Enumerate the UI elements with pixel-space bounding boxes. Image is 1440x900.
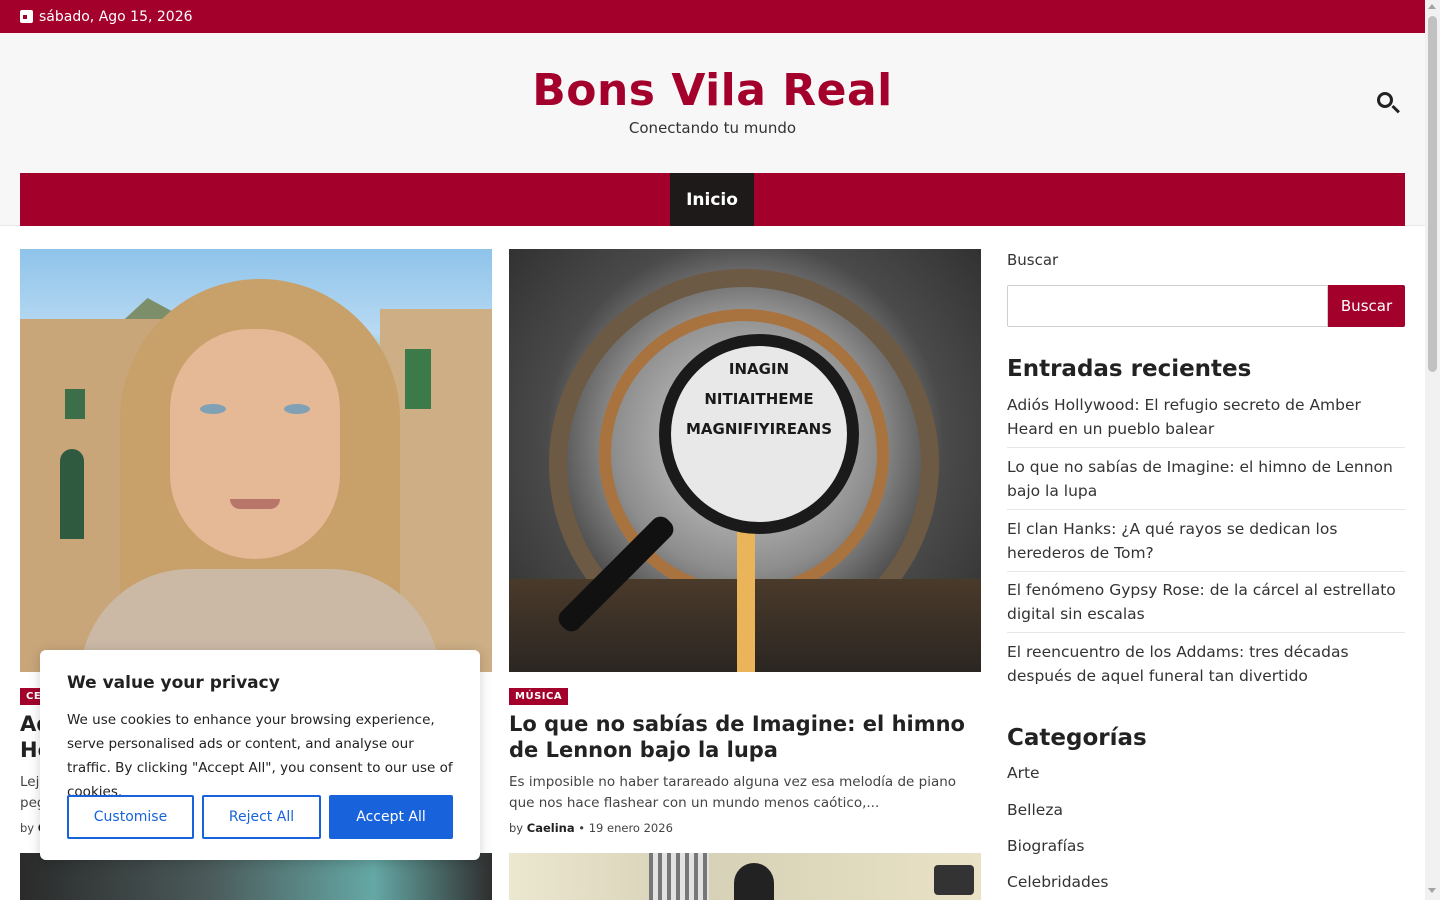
post-card [20,249,492,672]
search-button[interactable]: Buscar [1328,285,1405,327]
reject-all-button[interactable]: Reject All [202,795,321,839]
search-icon[interactable] [1376,91,1400,115]
top-bar: sábado, Ago 15, 2026 [0,0,1425,33]
recent-post-link[interactable]: El fenómeno Gypsy Rose: de la cárcel al … [1007,578,1405,633]
site-title[interactable]: Bons Vila Real [0,65,1425,116]
nav-item-inicio[interactable]: Inicio [670,173,754,226]
cookie-title: We value your privacy [67,673,280,693]
site-header: Bons Vila Real Conectando tu mundo Inici… [0,33,1425,226]
post-author[interactable]: Caelina [527,821,575,835]
category-badge[interactable]: MÚSICA [509,688,569,705]
recent-post-link[interactable]: Adiós Hollywood: El refugio secreto de A… [1007,393,1405,448]
category-link[interactable]: Biografías [1007,837,1084,855]
recent-post-link[interactable]: El clan Hanks: ¿A qué rayos se dedican l… [1007,517,1405,572]
post-thumbnail[interactable] [509,853,981,900]
thumbnail-text: INAGIN NITIAITHEME MAGNIFIYIREANS [685,360,832,438]
search-label: Buscar [1007,251,1059,269]
category-link[interactable]: Celebridades [1007,873,1109,891]
main-nav: Inicio [20,173,1405,226]
category-link[interactable]: Belleza [1007,801,1063,819]
post-title[interactable]: Lo que no sabías de Imagine: el himno de… [509,711,979,763]
post-excerpt: Es imposible no haber tarareado alguna v… [509,774,957,811]
post-thumbnail[interactable] [20,853,492,900]
search-input[interactable] [1007,285,1328,327]
recent-posts-heading: Entradas recientes [1007,356,1252,382]
customise-button[interactable]: Customise [67,795,194,839]
site-tagline: Conectando tu mundo [628,119,797,137]
category-link[interactable]: Arte [1007,764,1040,782]
scroll-down-arrow-icon[interactable] [1428,888,1436,893]
scrollbar[interactable] [1425,0,1440,900]
cookie-banner: We value your privacy We use cookies to … [40,650,480,860]
post-date[interactable]: 19 enero 2026 [589,821,673,835]
post-card: INAGIN NITIAITHEME MAGNIFIYIREANS [509,249,981,672]
recent-post-link[interactable]: Lo que no sabías de Imagine: el himno de… [1007,455,1405,510]
post-meta: by Caelina • 19 enero 2026 [509,821,673,835]
accept-all-button[interactable]: Accept All [329,795,453,839]
post-thumbnail[interactable] [20,249,492,672]
scroll-up-arrow-icon[interactable] [1428,4,1436,9]
recent-post-link[interactable]: El reencuentro de los Addams: tres décad… [1007,640,1405,694]
calendar-icon [20,10,33,23]
current-date: sábado, Ago 15, 2026 [39,8,193,25]
scrollbar-thumb[interactable] [1428,16,1437,372]
cookie-text: We use cookies to enhance your browsing … [67,712,453,800]
categories-heading: Categorías [1007,725,1147,751]
post-thumbnail[interactable]: INAGIN NITIAITHEME MAGNIFIYIREANS [509,249,981,672]
